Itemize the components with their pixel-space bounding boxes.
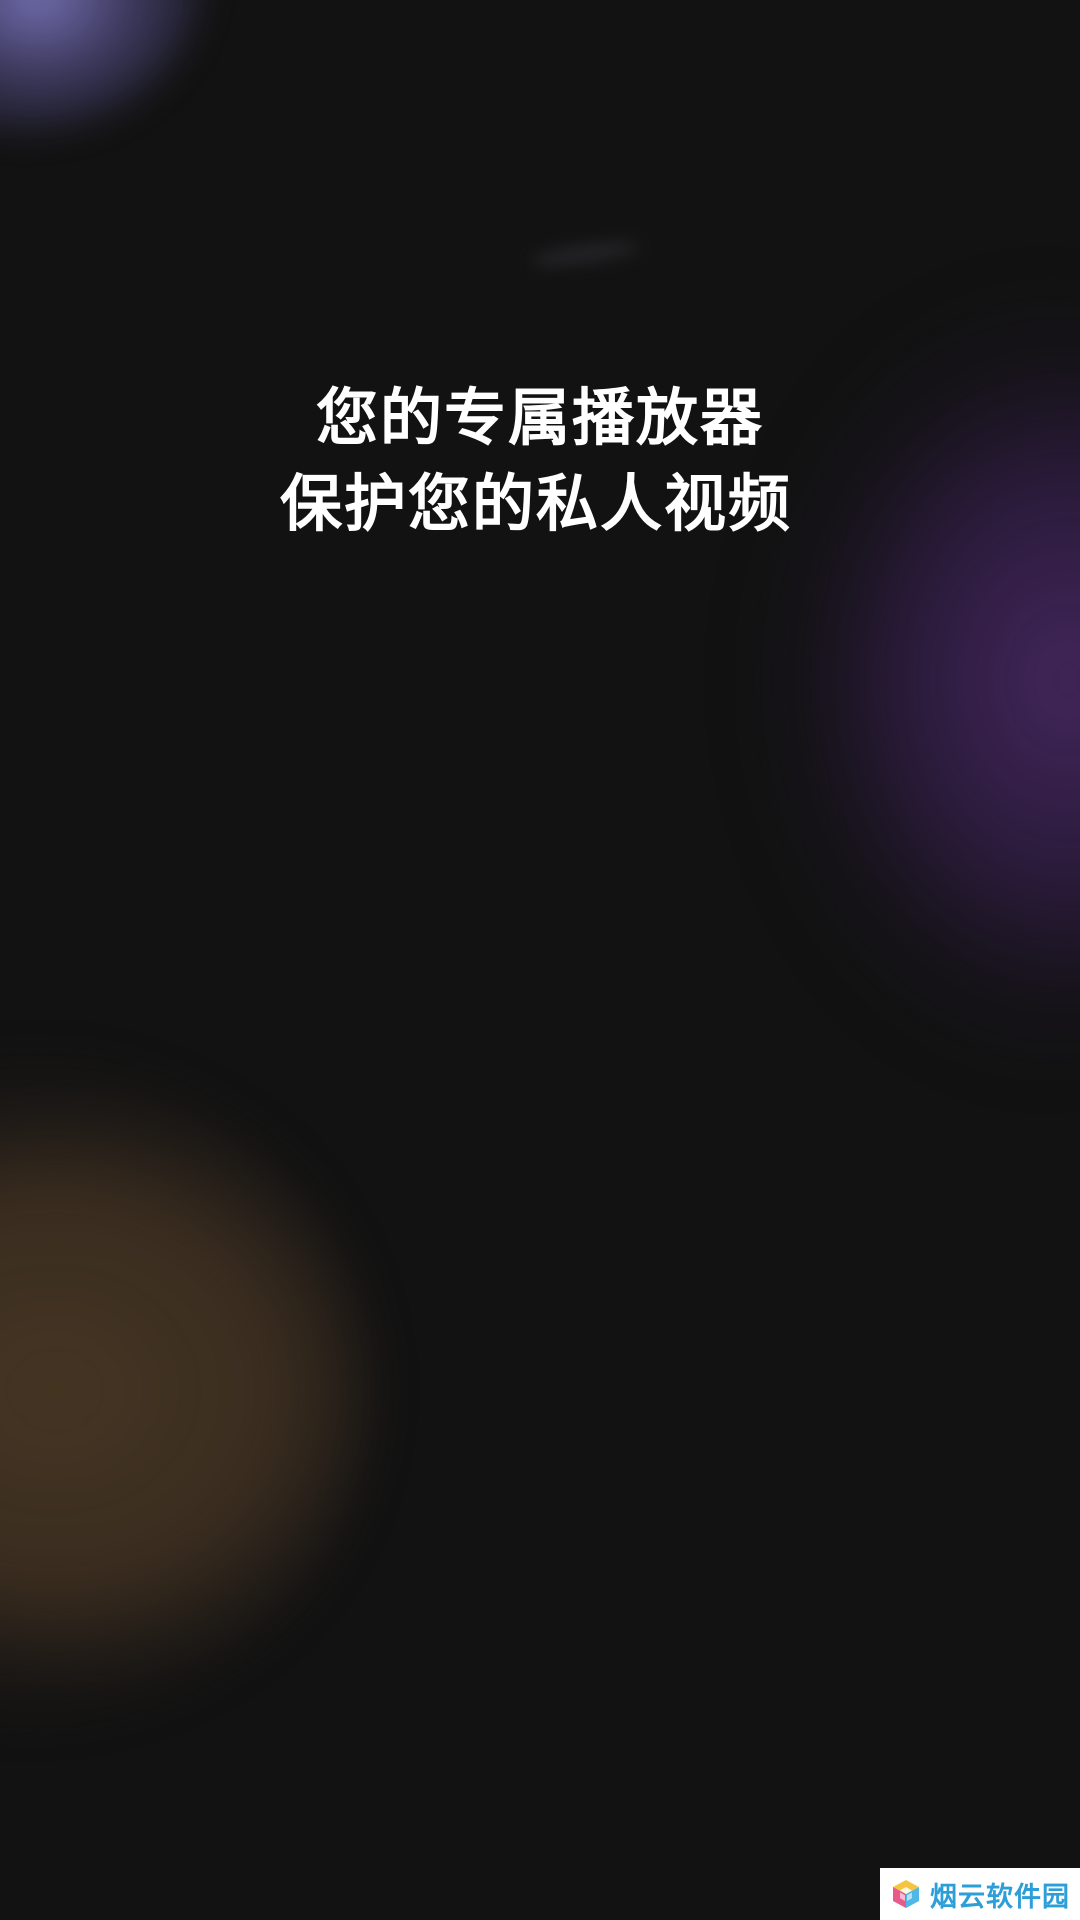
splash-headline: 您的专属播放器 保护您的私人视频: [0, 375, 1080, 547]
background-streak: [529, 238, 641, 270]
watermark-text: 烟云软件园: [930, 1881, 1070, 1913]
background-glow-bottom-left: [0, 1060, 370, 1720]
background-glow-top-left: [0, 0, 200, 130]
splash-screen: 您的专属播放器 保护您的私人视频 烟云软件园: [0, 0, 1080, 1920]
watermark: 烟云软件园: [880, 1868, 1080, 1920]
headline-line-1: 您的专属播放器: [315, 381, 764, 454]
headline-line-2: 保护您的私人视频: [279, 467, 792, 540]
colorful-cube-icon: [893, 1880, 919, 1908]
